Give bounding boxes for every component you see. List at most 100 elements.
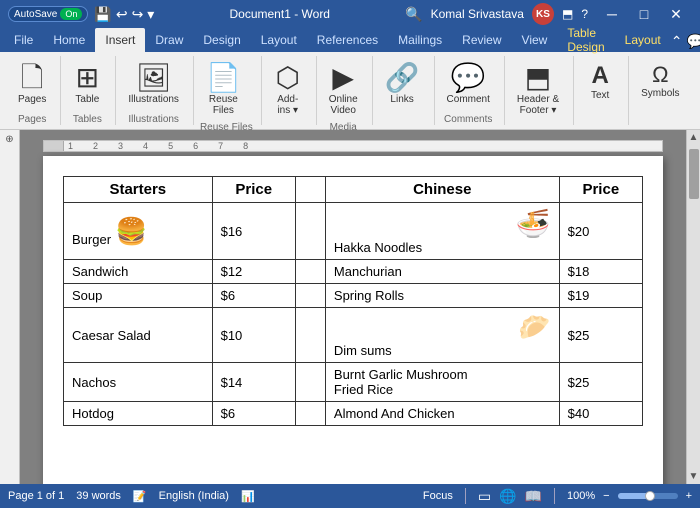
search-icon[interactable]: 🔍 — [405, 6, 422, 23]
table-label: Table — [75, 94, 99, 105]
tab-mailings[interactable]: Mailings — [388, 28, 452, 52]
addins-icon: ⬡ — [276, 64, 300, 92]
tab-draw[interactable]: Draw — [145, 28, 193, 52]
ribbon-group-addins: ⬡ Add-ins ▾ — [264, 56, 317, 125]
illustrations-icon: 🖼 — [136, 64, 172, 92]
ribbon-comments-icon[interactable]: 💬 — [686, 33, 700, 50]
tab-review[interactable]: Review — [452, 28, 511, 52]
comment-icon: 💬 — [451, 64, 486, 92]
zoom-thumb[interactable] — [645, 491, 655, 501]
web-view-icon[interactable]: 🌐 — [499, 488, 516, 505]
title-bar-right: 🔍 Komal Srivastava KS ⬒ ? ─ □ ✕ — [405, 0, 692, 28]
spell-check-icon[interactable]: 📝 — [133, 490, 147, 503]
user-avatar[interactable]: KS — [532, 3, 554, 25]
ribbon-expand-icon[interactable]: ⌃ — [671, 33, 683, 50]
autosave-state[interactable]: On — [60, 8, 82, 20]
hotdog-price: $6 — [212, 402, 295, 426]
help-icon[interactable]: ? — [581, 7, 588, 21]
tab-table-design[interactable]: Table Design — [557, 28, 614, 52]
tab-view[interactable]: View — [512, 28, 558, 52]
close-button[interactable]: ✕ — [660, 0, 692, 28]
header-footer-label: Header &Footer ▾ — [517, 94, 559, 116]
minimize-button[interactable]: ─ — [596, 0, 628, 28]
undo-icon[interactable]: ↩ — [116, 6, 128, 23]
table-button[interactable]: ⊞ Table — [67, 60, 107, 109]
language: English (India) — [159, 490, 229, 502]
reuse-label: ReuseFiles — [209, 94, 238, 116]
ribbon-toggle-icon[interactable]: ⬒ — [562, 7, 573, 21]
spring-rolls: Spring Rolls — [325, 284, 559, 308]
links-icon: 🔗 — [385, 64, 420, 92]
ribbon-group-reuse-content: 📄 ReuseFiles — [200, 56, 253, 120]
ribbon-group-pages-content: 🗋 Pages — [12, 56, 52, 112]
username: Komal Srivastava — [431, 7, 524, 21]
reuse-files-button[interactable]: 📄 ReuseFiles — [200, 60, 247, 120]
empty-col — [295, 284, 325, 308]
save-icon[interactable]: 💾 — [94, 6, 111, 23]
starter-soup: Soup — [64, 284, 213, 308]
window-controls: ─ □ ✕ — [596, 0, 692, 28]
video-label: OnlineVideo — [329, 94, 358, 116]
illustrations-group-label: Illustrations — [122, 112, 185, 125]
symbols-group-label — [635, 123, 685, 125]
customize-icon[interactable]: ▾ — [147, 6, 154, 23]
symbols-button[interactable]: Ω Symbols — [635, 60, 685, 103]
ribbon-group-illus-content: 🖼 Illustrations — [122, 56, 185, 112]
menu-table: Starters Price Chinese Price Burger 🍔 — [63, 176, 643, 426]
table-row: Burger 🍔 $16 🍜 Hakka Noodles — [64, 203, 643, 260]
track-changes-icon[interactable]: 📊 — [241, 490, 255, 503]
vertical-scrollbar[interactable]: ▲ ▼ — [686, 130, 700, 484]
header-empty — [295, 177, 325, 203]
illustrations-button[interactable]: 🖼 Illustrations — [122, 60, 185, 109]
tab-insert[interactable]: Insert — [95, 28, 145, 52]
tab-file[interactable]: File — [4, 28, 43, 52]
online-video-button[interactable]: ▶ OnlineVideo — [323, 60, 364, 120]
title-bar-left: AutoSave On 💾 ↩ ↪ ▾ — [8, 6, 154, 23]
hakka-price: $20 — [559, 203, 642, 260]
ruler-handle: ⊕ — [5, 134, 13, 145]
addins-label: Add-ins ▾ — [277, 94, 298, 116]
document-scroll[interactable]: 12345678 Starters Price Chinese Price — [20, 130, 686, 484]
text-button[interactable]: A Text — [580, 60, 620, 105]
header-footer-button[interactable]: ⬒ Header &Footer ▾ — [511, 60, 565, 120]
links-button[interactable]: 🔗 Links — [379, 60, 426, 109]
pages-button[interactable]: 🗋 Pages — [12, 60, 52, 109]
scroll-down-arrow[interactable]: ▼ — [687, 469, 700, 484]
autosave-toggle[interactable]: AutoSave On — [8, 6, 88, 22]
zoom-in-icon[interactable]: + — [686, 490, 692, 502]
zoom-out-icon[interactable]: − — [603, 490, 609, 502]
scroll-up-arrow[interactable]: ▲ — [687, 130, 700, 145]
bgmfr-price: $25 — [559, 363, 642, 402]
focus-button[interactable]: Focus — [423, 490, 453, 502]
tab-home[interactable]: Home — [43, 28, 95, 52]
tab-layout[interactable]: Layout — [251, 28, 307, 52]
print-layout-icon[interactable]: ▭ — [478, 488, 491, 505]
tab-table-layout[interactable]: Layout — [615, 28, 671, 52]
dim-sums: 🥟 Dim sums — [325, 308, 559, 363]
left-ruler: ⊕ — [0, 130, 20, 484]
bgm-fried-rice: Burnt Garlic MushroomFried Rice — [325, 363, 559, 402]
scroll-thumb[interactable] — [689, 149, 699, 199]
pages-icon: 🗋 — [21, 64, 44, 92]
redo-icon[interactable]: ↪ — [132, 6, 144, 23]
tab-references[interactable]: References — [307, 28, 388, 52]
document-title: Document1 - Word — [230, 7, 330, 21]
almond-price: $40 — [559, 402, 642, 426]
addins-group-label — [268, 123, 308, 125]
zoom-slider[interactable] — [618, 493, 678, 499]
hf-group-label — [511, 123, 565, 125]
comment-button[interactable]: 💬 Comment — [441, 60, 496, 109]
tab-design[interactable]: Design — [193, 28, 250, 52]
pages-label: Pages — [18, 94, 46, 105]
status-right: Focus ▭ 🌐 📖 100% − + — [423, 488, 692, 505]
starter-sandwich: Sandwich — [64, 260, 213, 284]
read-mode-icon[interactable]: 📖 — [525, 488, 542, 505]
starter-nachos: Nachos — [64, 363, 213, 402]
ribbon-group-comments-content: 💬 Comment — [441, 56, 496, 112]
status-bar: Page 1 of 1 39 words 📝 English (India) 📊… — [0, 484, 700, 508]
ribbon-group-links: 🔗 Links — [375, 56, 435, 125]
maximize-button[interactable]: □ — [628, 0, 660, 28]
symbols-label: Symbols — [641, 88, 679, 99]
addins-button[interactable]: ⬡ Add-ins ▾ — [268, 60, 308, 120]
page-info: Page 1 of 1 — [8, 490, 64, 502]
